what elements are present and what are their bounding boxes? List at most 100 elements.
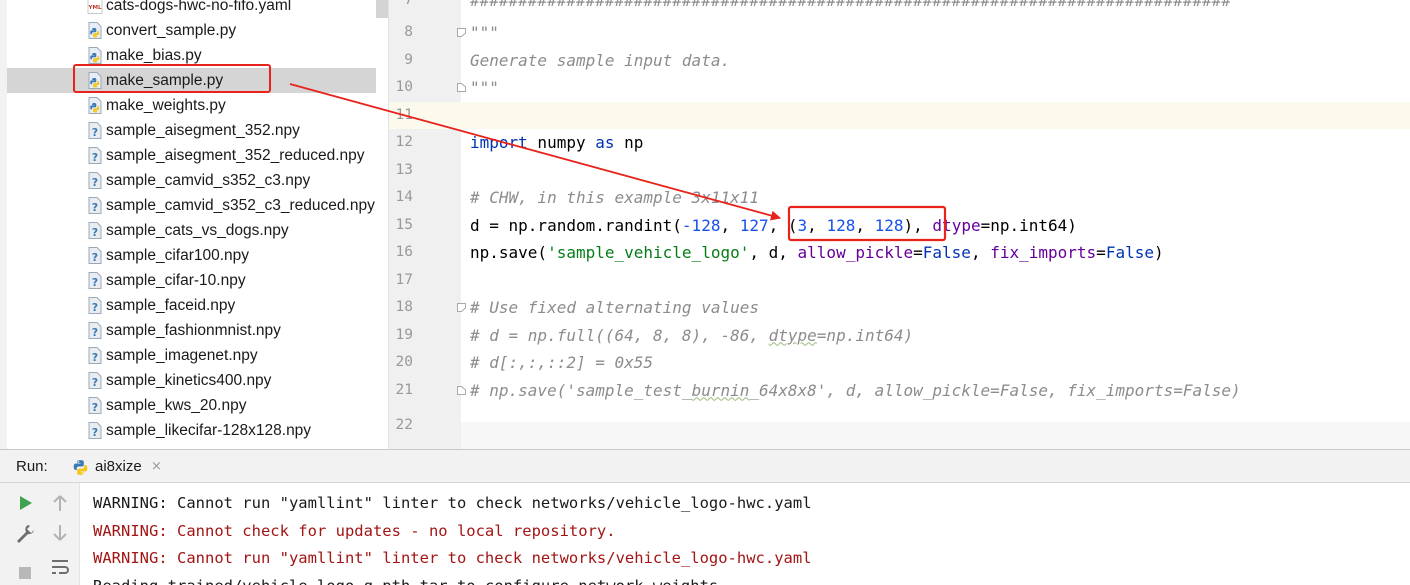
tree-item[interactable]: ? sample_cifar100.npy: [7, 243, 376, 268]
code-fragment: =: [913, 243, 923, 262]
module-alias: np: [614, 133, 644, 152]
tree-item[interactable]: ? sample_camvid_s352_c3.npy: [7, 168, 376, 193]
svg-text:?: ?: [92, 151, 98, 164]
comment-fragment: burnin: [691, 380, 750, 400]
fold-marker-icon[interactable]: [457, 303, 466, 312]
code-text: # d = np.full((64, 8, 8), -86, dtype=np.…: [470, 322, 913, 350]
code-line-16[interactable]: 16 np.save('sample_vehicle_logo', d, all…: [389, 239, 1410, 267]
python-file-icon: [87, 22, 103, 39]
code-text: """: [470, 78, 499, 97]
tree-item[interactable]: ? sample_fashionmnist.npy: [7, 318, 376, 343]
python-file-icon: [87, 72, 103, 89]
tree-item-label: sample_kinetics400.npy: [106, 372, 272, 389]
tree-item[interactable]: make_sample.py: [7, 68, 376, 93]
tree-item-label: make_bias.py: [106, 47, 202, 64]
tree-item-label: sample_aisegment_352.npy: [106, 122, 300, 139]
comment-fragment: dtype: [768, 325, 817, 345]
tree-item-label: sample_fashionmnist.npy: [106, 322, 281, 339]
number-literal: 127: [739, 215, 769, 235]
code-line-10[interactable]: 10 """: [389, 74, 1410, 102]
code-editor[interactable]: 7 ######################################…: [389, 0, 1410, 449]
keyword-import: import: [470, 133, 528, 152]
tree-item[interactable]: ? sample_camvid_s352_c3_reduced.npy: [7, 193, 376, 218]
tree-item[interactable]: ? sample_aisegment_352_reduced.npy: [7, 143, 376, 168]
string-literal: 'sample_vehicle_logo': [547, 243, 750, 262]
code-line-11-current[interactable]: 11: [389, 101, 1410, 129]
fold-marker-icon[interactable]: [457, 385, 466, 395]
code-fragment: ,: [807, 215, 827, 235]
keyword-false: False: [1105, 243, 1154, 262]
code-line-17[interactable]: 17: [389, 267, 1410, 295]
code-fragment: np.save(: [470, 243, 548, 262]
code-line-20[interactable]: 20 # d[:,:,::2] = 0x55: [389, 349, 1410, 377]
tree-item[interactable]: ? sample_likecifar-128x128.npy: [7, 418, 376, 443]
line-number: 21: [395, 381, 413, 398]
code-text: # d[:,:,::2] = 0x55: [470, 353, 654, 372]
tree-item[interactable]: make_bias.py: [7, 43, 376, 68]
code-fragment: ): [1153, 243, 1164, 262]
close-icon[interactable]: ×: [151, 450, 162, 484]
tree-item-label: sample_aisegment_352_reduced.npy: [106, 147, 365, 164]
fold-marker-icon[interactable]: [457, 28, 466, 37]
line-number: 8: [404, 24, 413, 40]
tree-item[interactable]: ? sample_cats_vs_dogs.npy: [7, 218, 376, 243]
tree-scrollbar-thumb[interactable]: [376, 0, 388, 18]
tree-item[interactable]: convert_sample.py: [7, 18, 376, 43]
arrow-up-icon[interactable]: [48, 491, 72, 515]
code-fragment: ,: [970, 243, 991, 262]
number-literal: -128: [681, 215, 721, 235]
unknown-file-icon: ?: [87, 347, 103, 364]
code-fragment: =np.int64): [980, 215, 1077, 235]
svg-text:?: ?: [92, 276, 98, 289]
tree-item[interactable]: ? sample_kws_20.npy: [7, 393, 376, 418]
tree-item-label: convert_sample.py: [106, 22, 237, 39]
wrench-icon[interactable]: [13, 521, 37, 545]
svg-text:?: ?: [92, 126, 98, 139]
tree-item[interactable]: ? sample_cifar-10.npy: [7, 268, 376, 293]
code-line-13[interactable]: 13: [389, 157, 1410, 185]
run-tab-ai8xize[interactable]: ai8xize ×: [67, 450, 177, 484]
tree-item[interactable]: make_weights.py: [7, 93, 376, 118]
tree-item-label: sample_kws_20.npy: [106, 397, 247, 414]
module-name: numpy: [527, 133, 596, 152]
fold-marker-icon[interactable]: [457, 83, 466, 92]
comment-fragment: _64x8x8', d, allow_pickle=False, fix_imp…: [749, 380, 1241, 400]
tree-item[interactable]: ? sample_faceid.npy: [7, 293, 376, 318]
code-line-18[interactable]: 18 # Use fixed alternating values: [389, 294, 1410, 322]
line-number: 13: [395, 161, 413, 178]
arrow-down-icon[interactable]: [48, 521, 72, 545]
unknown-file-icon: ?: [87, 147, 103, 164]
tree-item[interactable]: ? sample_aisegment_352.npy: [7, 118, 376, 143]
code-text: # CHW, in this example 3x11x11: [470, 188, 759, 207]
svg-text:?: ?: [92, 376, 98, 389]
unknown-file-icon: ?: [87, 247, 103, 264]
code-line-9[interactable]: 9 Generate sample input data.: [389, 47, 1410, 75]
tree-item[interactable]: ? sample_kinetics400.npy: [7, 368, 376, 393]
code-line-21[interactable]: 21 # np.save('sample_test_burnin_64x8x8'…: [389, 377, 1410, 405]
tree-item[interactable]: ? sample_imagenet.npy: [7, 343, 376, 368]
code-line-15[interactable]: 15 d = np.random.randint(-128, 127, (3, …: [389, 212, 1410, 240]
keyword-as: as: [595, 133, 615, 152]
tree-item-label: make_weights.py: [106, 97, 226, 114]
project-tree: YML cats-dogs-hwc-no-fifo.yaml convert_sam…: [0, 0, 389, 449]
code-text: import numpy as np: [470, 129, 643, 157]
code-line-19[interactable]: 19 # d = np.full((64, 8, 8), -86, dtype=…: [389, 322, 1410, 350]
line-number: 17: [395, 271, 413, 288]
code-line-7[interactable]: 7 ######################################…: [389, 0, 1410, 15]
code-line-12[interactable]: 12 import numpy as np: [389, 129, 1410, 157]
stop-icon[interactable]: [13, 561, 37, 585]
editor-bottom-area: [461, 422, 1410, 449]
line-number: 9: [404, 51, 413, 68]
soft-wrap-icon[interactable]: [48, 555, 72, 579]
code-line-8[interactable]: 8 """: [389, 19, 1410, 47]
code-fragment: , d,: [749, 243, 798, 262]
console-output[interactable]: WARNING: Cannot run "yamllint" linter to…: [80, 483, 1410, 585]
line-number: 16: [395, 244, 413, 260]
line-number: 10: [395, 79, 413, 95]
code-line-14[interactable]: 14 # CHW, in this example 3x11x11: [389, 184, 1410, 212]
run-header: Run: ai8xize ×: [0, 449, 1410, 483]
tree-item[interactable]: YML cats-dogs-hwc-no-fifo.yaml: [7, 0, 376, 18]
comment-fragment: # np.save('sample_test_: [470, 380, 692, 400]
run-toolbar: [0, 483, 80, 585]
rerun-icon[interactable]: [13, 491, 37, 515]
